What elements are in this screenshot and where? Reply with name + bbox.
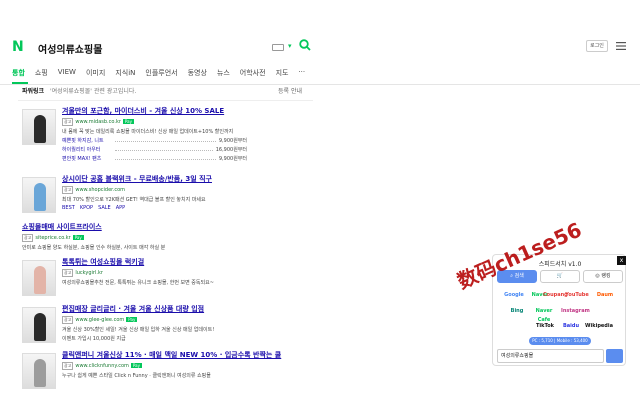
ad-sublink: 편안핏 MAX! 팬츠 9,900원부터 xyxy=(62,155,247,162)
ad-sublink-price: 9,900원부터 xyxy=(218,156,247,162)
ad-url[interactable]: www.clicknfunny.com xyxy=(75,363,129,369)
ad-description: 겨울 신상 30%할인 세일! 겨울 신상 매일 입하 겨울 신상 매일 업데이… xyxy=(62,327,215,333)
ad-event-text[interactable]: 이벤트 가입시 10,000원 지급 xyxy=(62,335,312,342)
keyboard-icon[interactable] xyxy=(272,44,284,51)
search-mode-label: 검색 xyxy=(514,273,524,279)
tab-map[interactable]: 지도 xyxy=(276,68,289,78)
powerlink-divider xyxy=(18,100,313,101)
ranking-mode-button[interactable]: ◎ 랭킹 xyxy=(583,270,623,283)
ad-description: 안미로 쇼핑몰 양도 하실분, 쇼핑몰 인수 하실분, 사이트 매각 하실 분 xyxy=(22,245,166,251)
ad-url[interactable]: www.shopcider.com xyxy=(75,187,125,193)
header-divider xyxy=(0,84,640,85)
ad-sublink: 예쁜핏 하지감, 니트 9,900원부터 xyxy=(62,137,247,144)
ranking-mode-label: 랭킹 xyxy=(601,273,611,279)
engine-youtube[interactable]: YouTube xyxy=(565,291,589,300)
ad-sublink-label[interactable]: 하이퀄리티 아우터 xyxy=(62,146,112,153)
ad-title-link[interactable]: 클릭앤퍼니 겨울신상 11% · 매일 맥일 NEW 10% · 입금수록 반짝… xyxy=(62,350,312,360)
keyword-input[interactable]: 여성의류쇼핑몰 xyxy=(497,349,604,363)
naver-pay-badge: Pay xyxy=(126,317,138,322)
ad-thumbnail[interactable] xyxy=(22,353,56,389)
engine-baidu[interactable]: Baidu xyxy=(561,322,581,331)
ad-thumbnail[interactable] xyxy=(22,109,56,145)
shopping-mode-button[interactable]: 🛒 xyxy=(540,270,580,283)
ad-title-link[interactable]: 쇼핑몰매매 사이트프라이스 xyxy=(22,222,272,232)
ad-thumbnail[interactable] xyxy=(22,177,56,213)
tab-view[interactable]: VIEW xyxy=(58,68,76,78)
cart-icon: 🛒 xyxy=(556,273,564,279)
chevron-down-icon[interactable]: ▾ xyxy=(288,42,292,50)
naver-pay-badge: Pay xyxy=(72,235,84,240)
engine-google[interactable]: Google xyxy=(503,291,525,300)
ad-url[interactable]: luckygirl.kr xyxy=(75,270,103,276)
ad-title-link[interactable]: 상시이단 공홈 블랙위크 - 무료배송/반품, 3일 직구 xyxy=(62,174,312,184)
ad-thumbnail[interactable] xyxy=(22,260,56,296)
ad-sublink: 하이퀄리티 아우터 16,900원부터 xyxy=(62,146,247,153)
ad-quick-link[interactable]: BEST xyxy=(62,205,75,211)
search-header: N 여성의류쇼핑몰 ▾ 로그인 통합 쇼핑 VIEW 이미지 지식iN 인플루언… xyxy=(0,0,640,90)
ad-label: 광고 xyxy=(62,269,74,277)
tab-news[interactable]: 뉴스 xyxy=(217,68,230,78)
ad-quick-link[interactable]: KPOP xyxy=(80,205,93,211)
go-button[interactable] xyxy=(606,349,623,363)
naver-logo[interactable]: N xyxy=(12,39,24,55)
ad-sublink-label[interactable]: 편안핏 MAX! 팬츠 xyxy=(62,155,112,162)
ad-thumbnail[interactable] xyxy=(22,307,56,343)
menu-icon[interactable] xyxy=(616,42,626,50)
ad-description: 여성의류쇼핑몰추천 전문, 톡톡튀는 유니크 쇼핑몰, 한번 보면 중독되요~ xyxy=(62,280,214,286)
ad-label: 광고 xyxy=(62,316,74,324)
ad-quick-link[interactable]: SALE xyxy=(98,205,111,211)
search-query[interactable]: 여성의류쇼핑몰 xyxy=(38,41,102,56)
ad-title-link[interactable]: 톡톡튀는 여성쇼핑몰 럭키걸 xyxy=(62,257,312,267)
tab-influencer[interactable]: 인플루언서 xyxy=(145,68,177,78)
ad-label: 광고 xyxy=(22,234,34,242)
ad-title-link[interactable]: 겨울만의 포근함, 마이더스비 - 겨울 신상 10% SALE xyxy=(62,106,312,116)
search-icon[interactable] xyxy=(299,39,311,51)
tab-integrated[interactable]: 통합 xyxy=(12,68,25,78)
tab-more[interactable]: ··· xyxy=(298,68,305,78)
tab-video[interactable]: 동영상 xyxy=(188,68,207,78)
keyword-volume-stats: PC : 5,710 | Mobile : 53,400 xyxy=(529,337,591,345)
ad-label: 광고 xyxy=(62,186,74,194)
search-tabs: 통합 쇼핑 VIEW 이미지 지식iN 인플루언서 동영상 뉴스 어학사전 지도… xyxy=(12,68,315,78)
engine-bing[interactable]: Bing xyxy=(507,307,527,316)
powerlink-note: '여성의류쇼핑몰' 관련 광고입니다. xyxy=(50,88,137,95)
tab-images[interactable]: 이미지 xyxy=(86,68,105,78)
tab-kin[interactable]: 지식iN xyxy=(115,68,135,78)
ad-description: 누구나 쉽게 예쁜 스타일 Click n Funny · 클릭앤퍼니 여성의류… xyxy=(62,373,211,379)
tab-dictionary[interactable]: 어학사전 xyxy=(240,68,266,78)
ad-sublink-price: 9,900원부터 xyxy=(218,138,247,144)
ad-url[interactable]: www.glee-glee.com xyxy=(75,317,124,323)
powerlink-info-link[interactable]: 등록 안내 xyxy=(278,86,302,95)
ad-description: 최대 70% 할인으로 Y2K패션 GET! 역대급 블프 할인 놓치지 마세요 xyxy=(62,197,206,203)
naver-pay-badge: Pay xyxy=(122,119,134,124)
ad-url[interactable]: www.midasb.co.kr xyxy=(75,119,121,125)
ad-quick-links: BEST KPOP SALE APP xyxy=(62,205,312,211)
engine-wikipedia[interactable]: Wikipedia xyxy=(585,322,613,331)
engine-tiktok[interactable]: TikTok xyxy=(535,322,555,331)
engine-coupang[interactable]: Coupang xyxy=(543,291,568,300)
close-button[interactable]: x xyxy=(617,256,626,265)
ad-description: 내 몸에 꼭 맞는 데일리룩 쇼핑몰 마이더스비! 신상 매일 업데이트+10%… xyxy=(62,129,234,135)
ad-label: 광고 xyxy=(62,362,74,370)
ad-label: 광고 xyxy=(62,118,74,126)
powerlink-header: 파워링크 '여성의류쇼핑몰' 관련 광고입니다. 등록 안내 xyxy=(22,86,302,95)
ad-url[interactable]: siteprice.co.kr xyxy=(35,235,70,241)
naver-pay-badge: Pay xyxy=(130,363,142,368)
ad-quick-link[interactable]: APP xyxy=(116,205,125,211)
ad-sublink-price: 16,900원부터 xyxy=(215,147,247,153)
engine-instagram[interactable]: Instagram xyxy=(561,307,590,316)
tab-shopping[interactable]: 쇼핑 xyxy=(35,68,48,78)
engine-daum[interactable]: Daum xyxy=(593,291,617,300)
ad-title-link[interactable]: 편집매장 글리글리 · 겨울 겨울 신상품 대량 입점 xyxy=(62,304,312,314)
powerlink-section: 파워링크 '여성의류쇼핑몰' 관련 광고입니다. 등록 안내 겨울만의 포근함,… xyxy=(18,86,313,389)
login-button[interactable]: 로그인 xyxy=(586,40,608,52)
powerlink-title: 파워링크 xyxy=(22,88,45,95)
engine-naver-cafe[interactable]: Naver Cafe xyxy=(533,307,555,323)
ad-sublink-label[interactable]: 예쁜핏 하지감, 니트 xyxy=(62,137,112,144)
